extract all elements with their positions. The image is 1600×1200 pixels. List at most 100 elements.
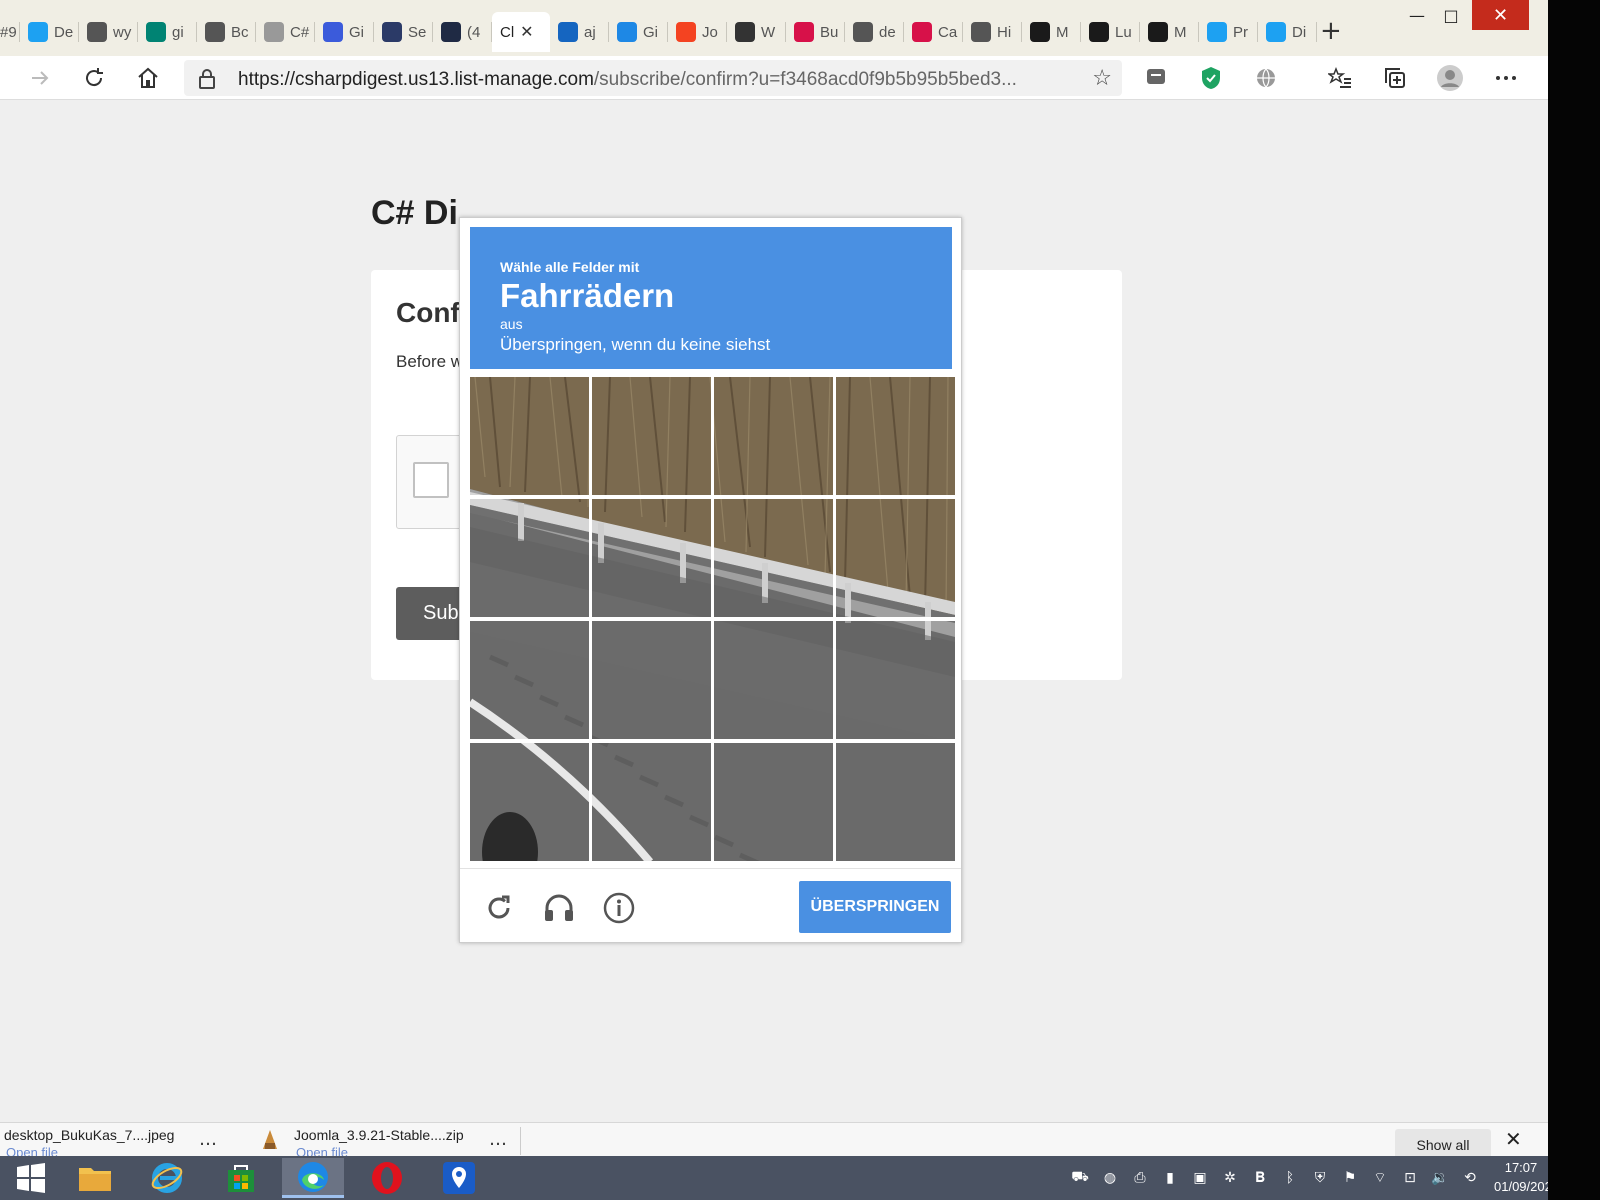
close-window-button[interactable]: ✕ [1472, 0, 1529, 30]
network-icon[interactable]: ⊡ [1398, 1166, 1422, 1190]
tray-bug-icon[interactable]: ✲ [1218, 1166, 1242, 1190]
extension-globe-button[interactable] [1250, 62, 1282, 94]
tab-11[interactable]: Gi [609, 12, 668, 52]
more-menu-button[interactable] [1490, 62, 1522, 94]
tray-edge-icon[interactable]: ◍ [1098, 1166, 1122, 1190]
minimize-button[interactable]: — [1400, 0, 1434, 30]
card-text: Before w [396, 352, 464, 371]
taskbar-edge[interactable] [282, 1158, 344, 1198]
captcha-tile-11[interactable] [714, 621, 833, 739]
edge-icon [298, 1161, 328, 1192]
captcha-tile-2[interactable] [592, 377, 711, 495]
divider [520, 1127, 521, 1155]
captcha-tile-image [836, 377, 955, 495]
captcha-tile-5[interactable] [470, 499, 589, 617]
tab-10[interactable]: aj [550, 12, 609, 52]
tab-label: Gi [643, 23, 658, 41]
refresh-button[interactable] [78, 62, 110, 94]
captcha-tile-16[interactable] [836, 743, 955, 861]
tray-b-icon[interactable]: 𝐁 [1248, 1166, 1272, 1190]
bluetooth-icon[interactable]: ᛒ [1278, 1166, 1302, 1190]
audio-challenge-button[interactable] [542, 891, 576, 925]
start-button[interactable] [0, 1158, 62, 1198]
maximize-button[interactable]: □ [1434, 0, 1468, 30]
taskbar-maps[interactable] [428, 1158, 490, 1198]
download-item-name[interactable]: desktop_BukuKas_7....jpeg [4, 1127, 174, 1143]
captcha-tile-14[interactable] [592, 743, 711, 861]
skip-button[interactable]: ÜBERSPRINGEN [799, 881, 951, 933]
tab-13[interactable]: W [727, 12, 786, 52]
tab-0[interactable]: #9 [0, 12, 20, 52]
tab-7[interactable]: Se [374, 12, 433, 52]
shield-extension-icon [1202, 67, 1220, 89]
tray-app-icon[interactable]: ▣ [1188, 1166, 1212, 1190]
favorite-star-icon[interactable]: ☆ [1092, 66, 1112, 91]
tab-label: Pr [1233, 23, 1248, 41]
collections-button[interactable] [1379, 62, 1411, 94]
download-more-button[interactable]: … [489, 1129, 507, 1150]
tab-5[interactable]: C# [256, 12, 315, 52]
tab-16[interactable]: Ca [904, 12, 963, 52]
captcha-tile-image [470, 743, 589, 861]
extension-chat-button[interactable] [1140, 62, 1172, 94]
download-more-button[interactable]: … [199, 1129, 217, 1150]
captcha-tile-12[interactable] [836, 621, 955, 739]
tab-2[interactable]: wy [79, 12, 138, 52]
taskbar-file-explorer[interactable] [64, 1158, 126, 1198]
taskbar-opera[interactable] [356, 1158, 418, 1198]
tab-15[interactable]: de [845, 12, 904, 52]
captcha-tile-10[interactable] [592, 621, 711, 739]
tab-14[interactable]: Bu [786, 12, 845, 52]
tab-22[interactable]: Di [1258, 12, 1317, 52]
tray-chart-icon[interactable]: ▮ [1158, 1166, 1182, 1190]
taskbar-store[interactable] [210, 1158, 272, 1198]
tab-12[interactable]: Jo [668, 12, 727, 52]
close-downloads-bar-button[interactable]: ✕ [1505, 1127, 1522, 1151]
tab-8[interactable]: (4 [433, 12, 492, 52]
captcha-tile-1[interactable] [470, 377, 589, 495]
tab-17[interactable]: Hi [963, 12, 1022, 52]
volume-icon[interactable]: 🔉 [1428, 1166, 1452, 1190]
home-button[interactable] [132, 62, 164, 94]
forward-button[interactable] [24, 62, 56, 94]
tab-3[interactable]: gi [138, 12, 197, 52]
taskbar-clock[interactable]: 17:07 01/09/2020 [1494, 1158, 1548, 1196]
tab-19[interactable]: Lu [1081, 12, 1140, 52]
taskbar-internet-explorer[interactable] [136, 1158, 198, 1198]
tray-printer-icon[interactable]: ⎙ [1128, 1166, 1152, 1190]
favorites-button[interactable] [1324, 62, 1356, 94]
captcha-tile-6[interactable] [592, 499, 711, 617]
tab-18[interactable]: M [1022, 12, 1081, 52]
tab-4[interactable]: Bc [197, 12, 256, 52]
close-tab-icon[interactable]: ✕ [520, 22, 533, 42]
captcha-tile-15[interactable] [714, 743, 833, 861]
captcha-tile-4[interactable] [836, 377, 955, 495]
tray-network-app-icon[interactable]: ⛟ [1068, 1166, 1092, 1190]
captcha-tile-13[interactable] [470, 743, 589, 861]
recaptcha-checkbox[interactable] [413, 462, 449, 498]
tab-label: Gi [349, 23, 364, 41]
reload-challenge-button[interactable] [482, 891, 516, 925]
captcha-tile-7[interactable] [714, 499, 833, 617]
url-text[interactable]: https://csharpdigest.us13.list-manage.co… [238, 69, 1068, 91]
captcha-image-grid [470, 377, 955, 861]
tab-6[interactable]: Gi [315, 12, 374, 52]
profile-button[interactable] [1434, 62, 1466, 94]
tab-21[interactable]: Pr [1199, 12, 1258, 52]
download-item-name[interactable]: Joomla_3.9.21-Stable....zip [294, 1127, 464, 1143]
captcha-tile-3[interactable] [714, 377, 833, 495]
tray-shield-icon[interactable]: ⛨ [1308, 1166, 1332, 1190]
tray-sync-icon[interactable]: ⟲ [1458, 1166, 1482, 1190]
tab-9[interactable]: Cl ✕ [492, 12, 550, 52]
captcha-tile-image [714, 621, 833, 739]
wifi-icon[interactable]: ⌔ [1368, 1166, 1392, 1190]
new-tab-button[interactable]: + [1320, 18, 1342, 44]
address-bar[interactable]: https://csharpdigest.us13.list-manage.co… [184, 60, 1122, 96]
captcha-tile-8[interactable] [836, 499, 955, 617]
tab-1[interactable]: De [20, 12, 79, 52]
info-button[interactable] [602, 891, 636, 925]
flag-icon[interactable]: ⚑ [1338, 1166, 1362, 1190]
extension-shield-button[interactable] [1195, 62, 1227, 94]
tab-20[interactable]: M [1140, 12, 1199, 52]
captcha-tile-9[interactable] [470, 621, 589, 739]
